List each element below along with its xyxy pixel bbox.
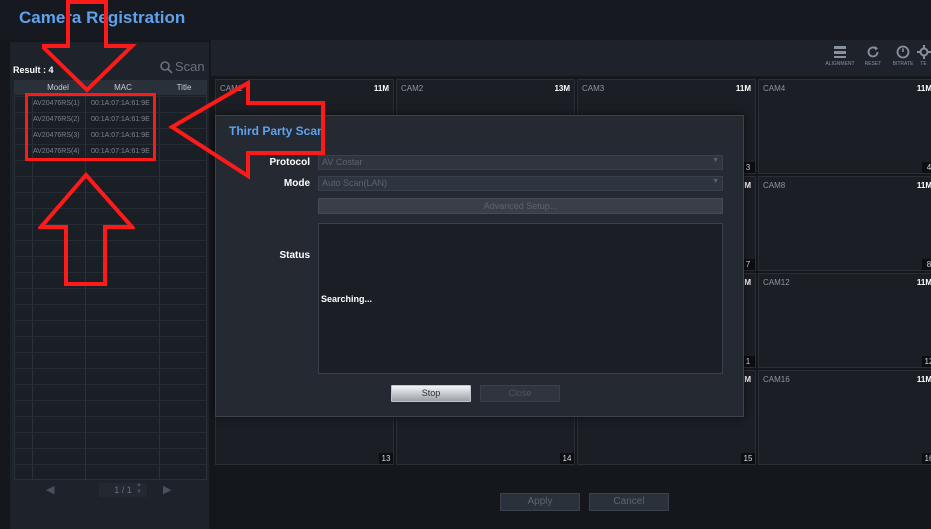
camera-tile[interactable]: CAM16 11M 16	[758, 370, 931, 465]
next-page-icon[interactable]: ▶	[163, 483, 171, 496]
camera-number: 8	[922, 259, 931, 270]
status-box: Searching...	[318, 223, 723, 374]
alignment-icon	[834, 46, 846, 58]
camera-resolution: 13M	[554, 84, 570, 93]
protocol-value: AV Costar	[322, 157, 363, 167]
camera-resolution: 11M	[916, 375, 931, 384]
camera-resolution: 11M	[916, 181, 931, 190]
camera-name: CAM8	[763, 181, 786, 190]
mode-select[interactable]: Auto Scan(LAN) ▼	[318, 176, 723, 191]
list-grid-line	[15, 400, 206, 401]
prev-page-icon[interactable]: ◀	[46, 483, 54, 496]
list-grid-line	[15, 384, 206, 385]
list-grid-line	[15, 464, 206, 465]
refresh-icon	[867, 46, 879, 58]
reset-label: RESET	[864, 61, 882, 67]
annotation-highlight-box	[25, 93, 156, 161]
stop-button[interactable]: Stop	[391, 385, 471, 402]
camera-tile[interactable]: CAM12 11M 12	[758, 273, 931, 368]
cancel-button[interactable]: Cancel	[589, 493, 669, 511]
test-label: TE	[920, 61, 927, 67]
mode-label: Mode	[283, 178, 310, 189]
left-arrow-annotation-icon	[168, 79, 325, 179]
camera-resolution: M	[744, 278, 751, 287]
reset-button[interactable]: RESET	[856, 44, 890, 72]
list-grid-line	[15, 368, 206, 369]
up-arrow-annotation-icon	[38, 172, 135, 286]
list-grid-line	[15, 352, 206, 353]
camera-resolution: 11M	[373, 84, 389, 93]
scan-label: Scan	[175, 59, 205, 74]
camera-resolution: 11M	[916, 278, 931, 287]
list-grid-line	[15, 288, 206, 289]
search-icon	[160, 61, 173, 74]
list-grid-line	[15, 416, 206, 417]
pager: ◀ 1 / 1 ▲ ▼ ▶	[46, 482, 176, 498]
chevron-down-icon: ▼	[712, 178, 719, 185]
camera-resolution: M	[744, 181, 751, 190]
camera-number: 15	[741, 453, 755, 464]
down-arrow-annotation-icon	[42, 0, 137, 93]
alignment-button[interactable]: ALIGNMENT	[823, 44, 857, 72]
camera-number: 16	[922, 453, 931, 464]
camera-tile[interactable]: CAM8 11M 8	[758, 176, 931, 271]
toolbar: ALIGNMENT RESET BITRATE TE	[211, 40, 931, 76]
camera-resolution: 11M	[916, 84, 931, 93]
alignment-label: ALIGNMENT	[825, 61, 855, 67]
camera-name: CAM12	[763, 278, 790, 287]
camera-name: CAM4	[763, 84, 786, 93]
status-label: Status	[279, 250, 310, 261]
list-grid-line	[15, 320, 206, 321]
bitrate-button[interactable]: BITRATE	[886, 44, 920, 72]
camera-number: 12	[922, 356, 931, 367]
camera-number: 13	[379, 453, 393, 464]
scan-button[interactable]: Scan	[160, 59, 206, 75]
test-button[interactable]: TE	[916, 44, 931, 72]
list-grid-line	[15, 448, 206, 449]
advanced-setup-button[interactable]: Advanced Setup...	[318, 198, 723, 214]
page-stepper[interactable]: ▲ ▼	[136, 482, 142, 496]
mode-value: Auto Scan(LAN)	[322, 178, 388, 188]
chevron-down-icon: ▼	[712, 157, 719, 164]
camera-name: CAM16	[763, 375, 790, 384]
bitrate-label: BITRATE	[892, 61, 914, 67]
camera-number: 14	[560, 453, 574, 464]
camera-tile[interactable]: CAM4 11M 4	[758, 79, 931, 174]
camera-resolution: M	[744, 375, 751, 384]
close-button[interactable]: Close	[480, 385, 560, 402]
camera-name: CAM2	[401, 84, 424, 93]
apply-button[interactable]: Apply	[500, 493, 580, 511]
protocol-select[interactable]: AV Costar ▼	[318, 155, 723, 170]
camera-name: CAM3	[582, 84, 605, 93]
list-grid-line	[15, 336, 206, 337]
list-grid-line	[15, 432, 206, 433]
gauge-icon	[896, 45, 910, 59]
camera-number: 4	[922, 162, 931, 173]
list-grid-line	[15, 304, 206, 305]
title-bar: Camera Registration	[0, 0, 931, 40]
gear-icon	[916, 45, 931, 59]
status-text: Searching...	[321, 294, 373, 304]
camera-resolution: 11M	[735, 84, 751, 93]
